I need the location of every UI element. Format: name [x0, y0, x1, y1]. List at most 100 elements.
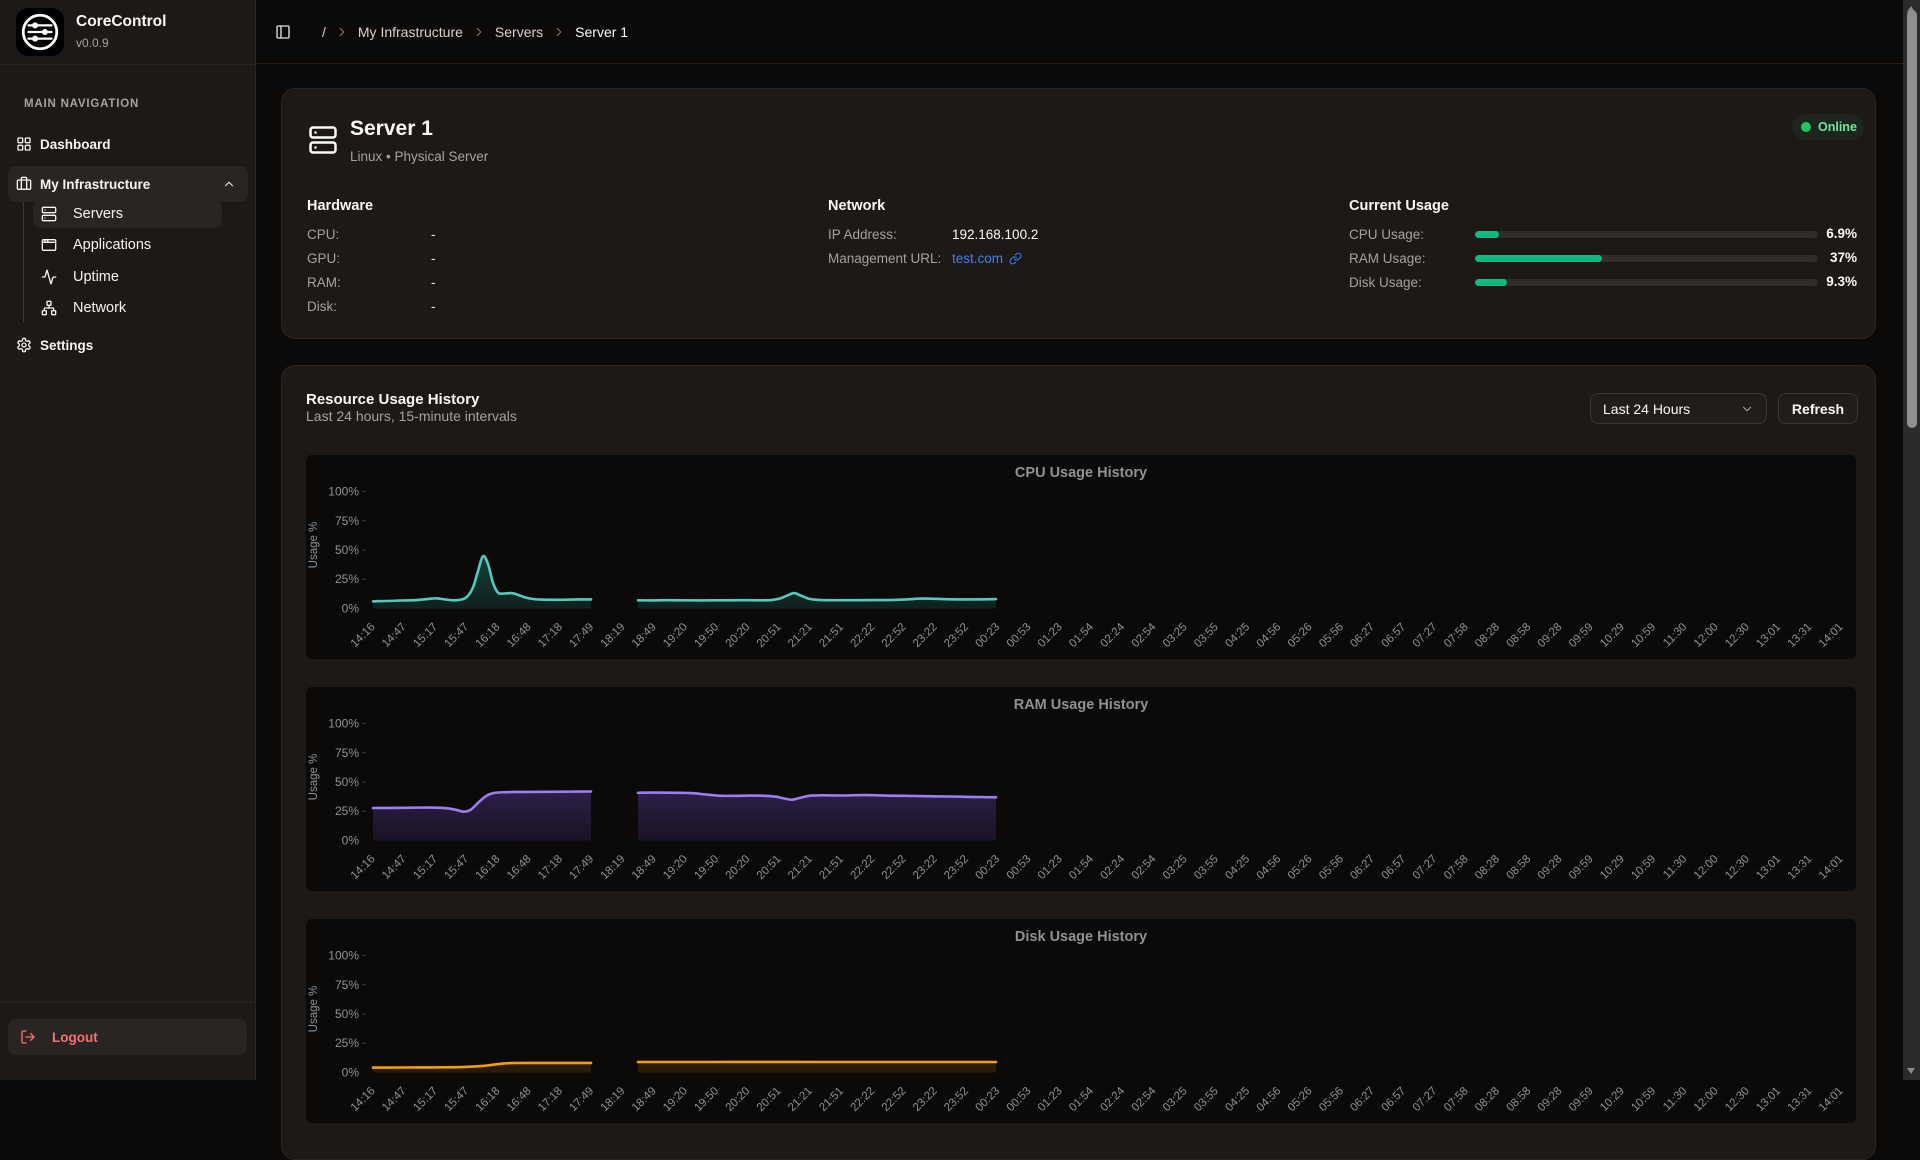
svg-text:06:27: 06:27 — [1348, 853, 1377, 882]
svg-text:21:21: 21:21 — [786, 853, 815, 882]
svg-text:01:54: 01:54 — [1067, 621, 1096, 650]
svg-text:01:23: 01:23 — [1036, 621, 1065, 650]
svg-text:18:19: 18:19 — [599, 621, 628, 650]
svg-text:15:17: 15:17 — [411, 1085, 440, 1114]
svg-text:17:49: 17:49 — [567, 853, 596, 882]
svg-text:23:22: 23:22 — [911, 853, 940, 882]
svg-text:16:48: 16:48 — [505, 853, 534, 882]
svg-text:13:01: 13:01 — [1754, 621, 1783, 650]
svg-text:75%: 75% — [335, 746, 359, 760]
svg-text:14:01: 14:01 — [1817, 853, 1846, 882]
svg-text:0%: 0% — [342, 834, 360, 848]
svg-text:17:18: 17:18 — [536, 853, 565, 882]
svg-text:00:53: 00:53 — [1005, 1085, 1034, 1114]
svg-text:0%: 0% — [342, 602, 360, 616]
svg-text:11:30: 11:30 — [1661, 1085, 1689, 1113]
svg-text:75%: 75% — [335, 514, 359, 528]
svg-text:00:23: 00:23 — [973, 853, 1002, 882]
svg-text:21:51: 21:51 — [817, 853, 846, 882]
svg-text:07:58: 07:58 — [1442, 1085, 1471, 1114]
svg-text:07:58: 07:58 — [1442, 621, 1471, 650]
svg-text:04:25: 04:25 — [1223, 853, 1252, 882]
svg-text:13:31: 13:31 — [1786, 853, 1815, 882]
svg-text:19:20: 19:20 — [661, 1085, 690, 1114]
svg-text:07:27: 07:27 — [1411, 1085, 1440, 1114]
svg-text:02:24: 02:24 — [1098, 1085, 1127, 1114]
svg-text:21:51: 21:51 — [817, 621, 846, 650]
svg-text:02:54: 02:54 — [1130, 1085, 1159, 1114]
svg-text:02:24: 02:24 — [1098, 621, 1127, 650]
svg-text:05:26: 05:26 — [1286, 1085, 1315, 1114]
svg-text:21:21: 21:21 — [786, 621, 815, 650]
svg-text:06:27: 06:27 — [1348, 621, 1377, 650]
svg-text:14:16: 14:16 — [349, 853, 378, 882]
svg-text:00:53: 00:53 — [1005, 853, 1034, 882]
svg-text:22:52: 22:52 — [880, 621, 909, 650]
svg-text:22:52: 22:52 — [880, 853, 909, 882]
svg-text:01:23: 01:23 — [1036, 853, 1065, 882]
svg-text:18:19: 18:19 — [599, 1085, 628, 1114]
svg-text:25%: 25% — [335, 572, 359, 586]
svg-text:Usage %: Usage % — [308, 754, 320, 801]
svg-text:19:50: 19:50 — [692, 1085, 721, 1114]
svg-text:01:54: 01:54 — [1067, 853, 1096, 882]
svg-text:15:17: 15:17 — [411, 621, 440, 650]
svg-text:50%: 50% — [335, 775, 359, 789]
svg-text:07:27: 07:27 — [1411, 853, 1440, 882]
svg-text:07:58: 07:58 — [1442, 853, 1471, 882]
svg-text:09:59: 09:59 — [1567, 621, 1596, 650]
svg-text:16:18: 16:18 — [474, 1085, 503, 1114]
svg-text:25%: 25% — [335, 804, 359, 818]
svg-text:23:22: 23:22 — [911, 621, 940, 650]
svg-text:02:24: 02:24 — [1098, 853, 1127, 882]
svg-text:13:01: 13:01 — [1754, 853, 1783, 882]
svg-text:12:30: 12:30 — [1723, 1085, 1752, 1114]
svg-text:11:30: 11:30 — [1661, 853, 1689, 881]
svg-text:09:59: 09:59 — [1567, 1085, 1596, 1114]
svg-text:09:59: 09:59 — [1567, 853, 1596, 882]
svg-text:12:00: 12:00 — [1692, 853, 1721, 882]
svg-text:04:56: 04:56 — [1255, 1085, 1284, 1114]
svg-text:00:23: 00:23 — [973, 621, 1002, 650]
svg-text:12:30: 12:30 — [1723, 853, 1752, 882]
svg-text:07:27: 07:27 — [1411, 621, 1440, 650]
svg-text:04:25: 04:25 — [1223, 1085, 1252, 1114]
svg-text:10:29: 10:29 — [1598, 1085, 1627, 1114]
svg-text:0%: 0% — [342, 1066, 360, 1080]
svg-text:22:22: 22:22 — [848, 1085, 877, 1114]
svg-text:17:18: 17:18 — [536, 1085, 565, 1114]
svg-text:06:27: 06:27 — [1348, 1085, 1377, 1114]
svg-text:19:50: 19:50 — [692, 621, 721, 650]
svg-text:03:55: 03:55 — [1192, 621, 1221, 650]
svg-text:03:55: 03:55 — [1192, 853, 1221, 882]
svg-text:20:20: 20:20 — [724, 621, 753, 650]
svg-text:06:57: 06:57 — [1379, 853, 1408, 882]
svg-text:01:23: 01:23 — [1036, 1085, 1065, 1114]
svg-text:00:53: 00:53 — [1005, 621, 1034, 650]
svg-text:08:28: 08:28 — [1473, 1085, 1502, 1114]
svg-text:22:22: 22:22 — [848, 621, 877, 650]
svg-text:14:16: 14:16 — [349, 621, 378, 650]
svg-text:RAM Usage History: RAM Usage History — [1014, 697, 1149, 713]
svg-text:21:51: 21:51 — [817, 1085, 846, 1114]
svg-text:08:58: 08:58 — [1504, 853, 1533, 882]
svg-text:10:59: 10:59 — [1629, 853, 1658, 882]
svg-text:10:59: 10:59 — [1629, 1085, 1658, 1114]
svg-text:23:22: 23:22 — [911, 1085, 940, 1114]
svg-text:CPU Usage History: CPU Usage History — [1015, 465, 1147, 481]
svg-text:18:49: 18:49 — [630, 621, 659, 650]
svg-text:09:28: 09:28 — [1536, 621, 1565, 650]
svg-text:13:01: 13:01 — [1754, 1085, 1783, 1114]
svg-text:04:56: 04:56 — [1255, 853, 1284, 882]
svg-text:17:18: 17:18 — [536, 621, 565, 650]
svg-text:04:25: 04:25 — [1223, 621, 1252, 650]
svg-text:50%: 50% — [335, 543, 359, 557]
svg-text:12:00: 12:00 — [1692, 1085, 1721, 1114]
svg-text:05:56: 05:56 — [1317, 1085, 1346, 1114]
svg-text:14:47: 14:47 — [380, 621, 409, 650]
svg-text:11:30: 11:30 — [1661, 621, 1689, 649]
svg-text:19:50: 19:50 — [692, 853, 721, 882]
svg-text:Disk Usage History: Disk Usage History — [1015, 929, 1147, 945]
svg-text:19:20: 19:20 — [661, 853, 690, 882]
svg-text:50%: 50% — [335, 1007, 359, 1021]
